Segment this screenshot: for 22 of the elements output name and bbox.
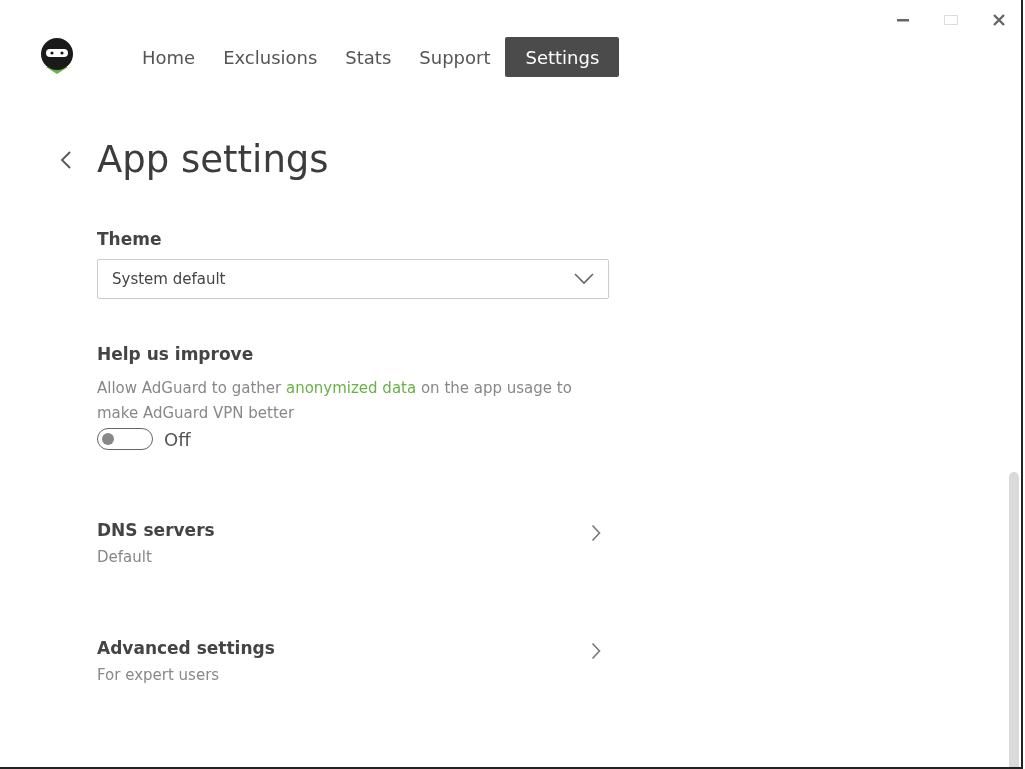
toggle-label: Off — [164, 428, 191, 450]
nav-tab[interactable]: Home — [129, 37, 209, 77]
chevron-down-icon — [574, 273, 594, 285]
setting-subtitle: For expert users — [97, 666, 221, 684]
chevron-right-icon[interactable] — [591, 642, 601, 660]
setting-title[interactable]: Advanced settings — [97, 638, 275, 658]
nav-tab[interactable]: Exclusions — [210, 37, 331, 77]
description-text: Allow AdGuard to gather anonymized data on the app usage to make AdGuard VPN better — [97, 378, 573, 424]
nav-tab[interactable]: Stats — [332, 37, 405, 77]
dropdown-value: System default — [112, 270, 226, 288]
nav-tab[interactable]: Support — [406, 37, 504, 77]
section-label: Help us improve — [97, 344, 255, 364]
close-icon[interactable] — [991, 12, 1007, 28]
chevron-right-icon[interactable] — [591, 524, 601, 542]
setting-subtitle: Default — [97, 548, 153, 566]
setting-title[interactable]: DNS servers — [97, 520, 215, 540]
nav-tab[interactable]: Settings — [505, 37, 620, 77]
page-title: App settings — [97, 138, 329, 181]
scrollbar-thumb[interactable] — [1009, 472, 1019, 767]
back-chevron-icon[interactable] — [60, 149, 72, 170]
section-label: Theme — [97, 229, 163, 249]
theme-dropdown[interactable]: System default — [97, 259, 609, 299]
